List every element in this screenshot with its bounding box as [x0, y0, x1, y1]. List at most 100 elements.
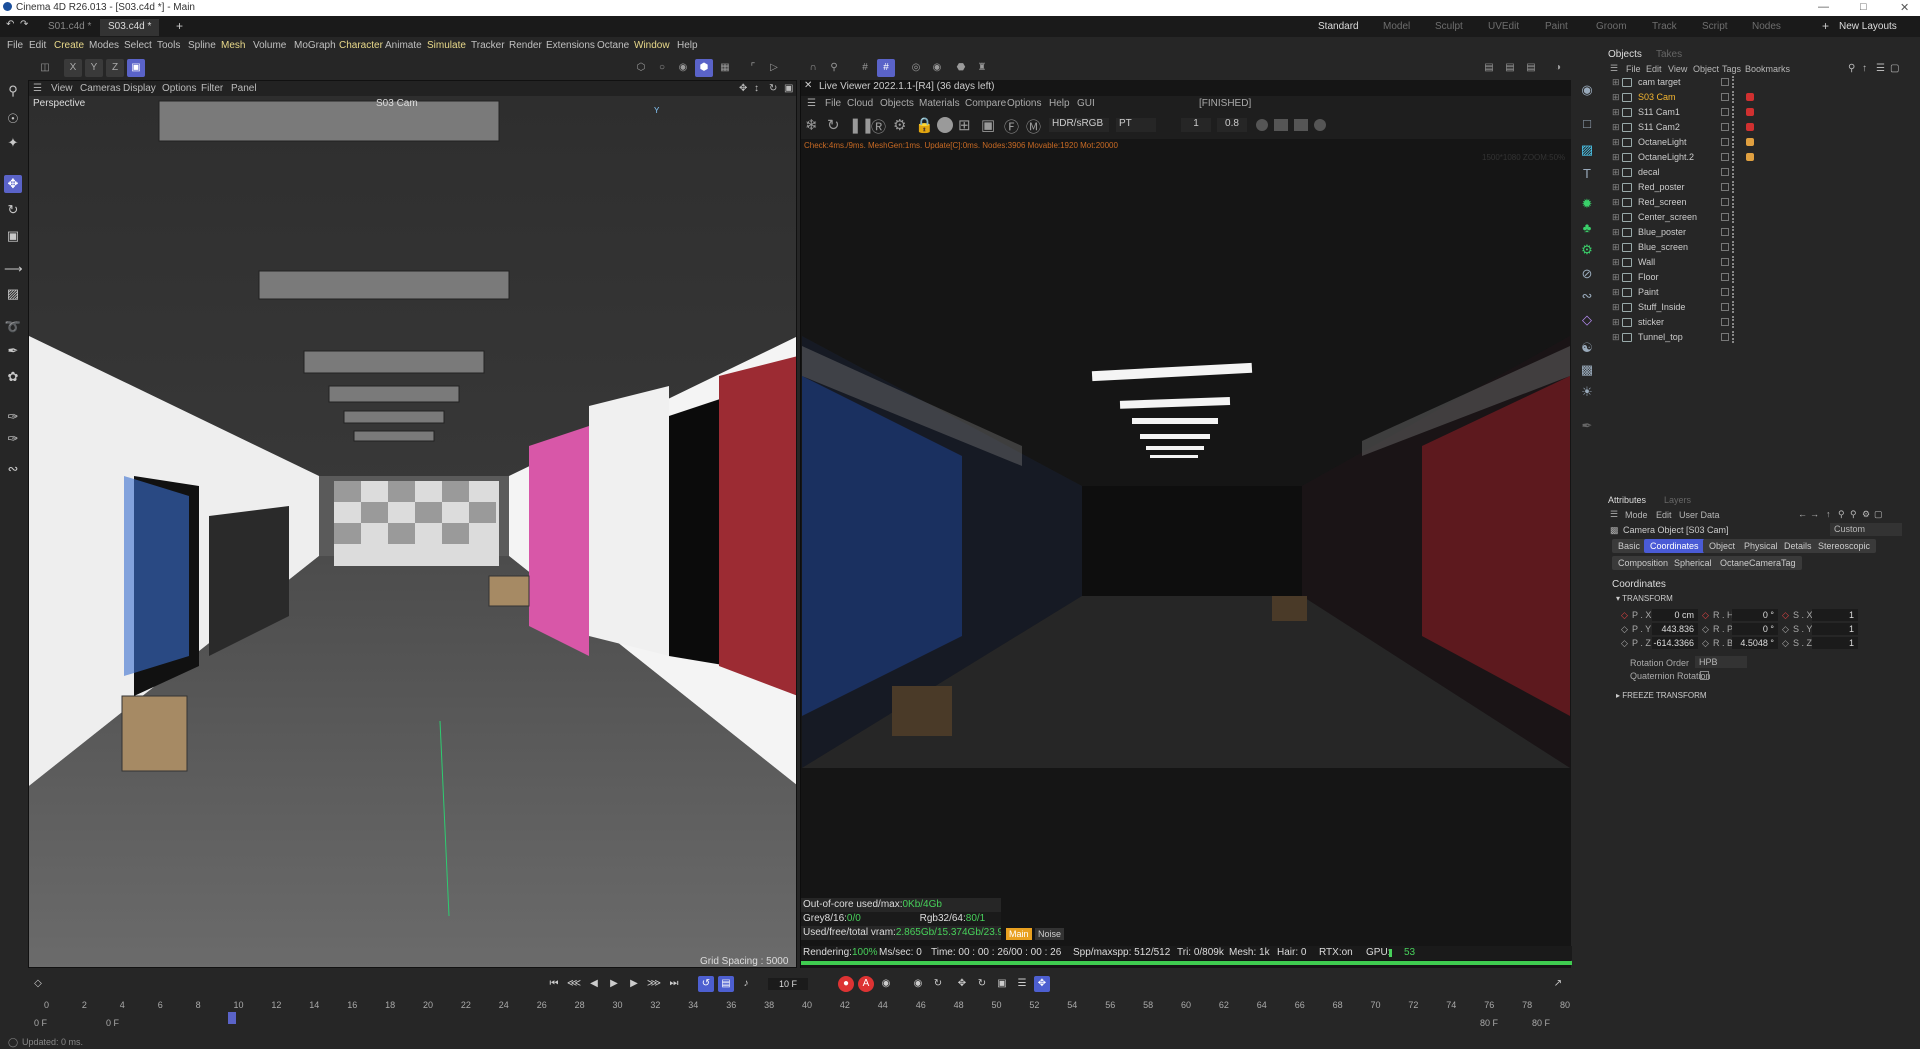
expand-icon[interactable]: ⊞ [1612, 285, 1620, 299]
tab-physical[interactable]: Physical [1738, 539, 1784, 553]
lv-menu-cloud[interactable]: Cloud [847, 98, 873, 109]
new-window-icon[interactable]: ▢ [1890, 63, 1899, 74]
render-image[interactable] [802, 336, 1570, 768]
object-row[interactable]: ⊞ S11 Cam2 [1604, 120, 1920, 134]
expand-icon[interactable]: ⊞ [1612, 195, 1620, 209]
menu-octane[interactable]: Octane [597, 40, 629, 51]
object-row[interactable]: ⊞ Blue_poster [1604, 225, 1920, 239]
visibility-dots-icon[interactable] [1732, 256, 1736, 268]
uv-mode-icon[interactable]: ▦ [716, 59, 734, 77]
value-field-2[interactable]: 0.8 [1217, 118, 1247, 132]
field-icon[interactable]: ⊘ [1578, 265, 1596, 283]
search-icon[interactable]: ⚲ [1848, 63, 1855, 74]
brush-group-icon[interactable]: ✿ [4, 368, 22, 386]
null-object-icon[interactable]: ◉ [1578, 81, 1596, 99]
send-scene-icon[interactable]: ❄ [805, 116, 818, 134]
menu-file[interactable]: File [7, 40, 23, 51]
lasso-icon[interactable]: ➰ [4, 318, 22, 336]
object-row[interactable]: ⊞ S11 Cam1 [1604, 105, 1920, 119]
layout-groom[interactable]: Groom [1596, 21, 1627, 32]
object-name[interactable]: OctaneLight.2 [1638, 150, 1694, 164]
tab-takes[interactable]: Takes [1656, 49, 1682, 60]
expand-icon[interactable]: ⊞ [1612, 165, 1620, 179]
layer-checkbox[interactable] [1721, 198, 1729, 206]
value-field-1[interactable]: 1 [1181, 118, 1211, 132]
object-name[interactable]: Red_screen [1638, 195, 1687, 209]
live-selection-icon[interactable]: ✦ [4, 134, 22, 152]
am-menu-userdata[interactable]: User Data [1679, 510, 1720, 520]
viewport-zoom-icon[interactable]: ↕ [754, 83, 759, 94]
render-view-icon[interactable]: ▤ [1480, 59, 1498, 77]
visibility-dots-icon[interactable] [1732, 151, 1736, 163]
expand-icon[interactable]: ⊞ [1612, 90, 1620, 104]
am-menu-edit[interactable]: Edit [1656, 510, 1672, 520]
rh-field[interactable]: 0 ° [1732, 609, 1778, 621]
expand-icon[interactable]: ⊞ [1612, 180, 1620, 194]
z-axis-lock[interactable]: Z [106, 59, 124, 77]
kernel-select[interactable]: PT [1116, 118, 1156, 132]
preset-select[interactable]: Custom [1830, 523, 1902, 536]
record-icon[interactable] [1314, 119, 1326, 131]
spline-icon[interactable]: ∾ [4, 460, 22, 478]
rotation-order-select[interactable]: HPB [1695, 656, 1747, 668]
back-arrow-icon[interactable]: ← [1798, 509, 1807, 519]
add-icon[interactable]: ⊞ [958, 116, 971, 134]
workplane-icon[interactable]: ▷ [765, 59, 783, 77]
visibility-dots-icon[interactable] [1732, 316, 1736, 328]
colorspace-select[interactable]: HDR/sRGB [1049, 118, 1109, 132]
lv-menu-options[interactable]: Options [1007, 98, 1041, 109]
rb-field[interactable]: 4.5048 ° [1732, 637, 1778, 649]
viewport-menu-options[interactable]: Options [162, 83, 196, 94]
expand-icon[interactable]: ⊞ [1612, 300, 1620, 314]
lv-menu-materials[interactable]: Materials [919, 98, 960, 109]
edges-mode-icon[interactable]: ○ [653, 59, 671, 77]
tab-coordinates[interactable]: Coordinates [1644, 539, 1705, 553]
object-name[interactable]: S11 Cam2 [1638, 120, 1680, 134]
object-row[interactable]: ⊞ sticker [1604, 315, 1920, 329]
object-row[interactable]: ⊞ Stuff_Inside [1604, 300, 1920, 314]
menu-render[interactable]: Render [509, 40, 542, 51]
region-render-icon[interactable]: Ⓡ [871, 116, 886, 137]
viewport-rotate-icon[interactable]: ↻ [769, 83, 777, 94]
lock-icon[interactable]: ⚲ [1850, 509, 1857, 520]
lv-menu-gui[interactable]: GUI [1077, 98, 1095, 109]
object-name[interactable]: Center_screen [1638, 210, 1697, 224]
tab-spherical[interactable]: Spherical [1668, 556, 1718, 570]
layout-standard[interactable]: Standard [1318, 21, 1359, 32]
layer-checkbox[interactable] [1721, 273, 1729, 281]
brush-icon[interactable]: ✒ [1578, 417, 1596, 435]
object-row[interactable]: ⊞ OctaneLight [1604, 135, 1920, 149]
minimize-icon[interactable]: — [1818, 1, 1829, 13]
layer-checkbox[interactable] [1721, 303, 1729, 311]
layer-checkbox[interactable] [1721, 183, 1729, 191]
lv-menu-compare[interactable]: Compare [965, 98, 1006, 109]
object-name[interactable]: cam target [1638, 75, 1681, 89]
menu-simulate[interactable]: Simulate [427, 40, 466, 51]
layer-checkbox[interactable] [1721, 258, 1729, 266]
box-icon[interactable] [1274, 119, 1288, 131]
layout-paint[interactable]: Paint [1545, 21, 1568, 32]
make-editable-icon[interactable]: ◫ [36, 59, 54, 77]
expand-icon[interactable]: ⊞ [1612, 255, 1620, 269]
expand-icon[interactable]: ⊞ [1612, 150, 1620, 164]
lock-icon[interactable]: 🔒 [915, 116, 934, 134]
menu-mesh[interactable]: Mesh [221, 40, 245, 51]
layout-script[interactable]: Script [1702, 21, 1728, 32]
expand-icon[interactable]: ⊞ [1612, 75, 1620, 89]
tab-layers[interactable]: Layers [1664, 495, 1691, 505]
sx-field[interactable]: 1 [1812, 609, 1858, 621]
undo-icon[interactable]: ↶ [6, 19, 14, 30]
text-icon[interactable]: T [1578, 165, 1596, 183]
om-menu-edit[interactable]: Edit [1646, 64, 1662, 74]
expand-icon[interactable]: ⊞ [1612, 135, 1620, 149]
visibility-dots-icon[interactable] [1732, 226, 1736, 238]
viewport-menu-display[interactable]: Display [123, 83, 156, 94]
settings-icon[interactable]: ⚙ [1862, 509, 1870, 520]
visibility-dots-icon[interactable] [1732, 241, 1736, 253]
volume-icon[interactable]: ◇ [1578, 311, 1596, 329]
visibility-dots-icon[interactable] [1732, 181, 1736, 193]
object-name[interactable]: Red_poster [1638, 180, 1685, 194]
grid-icon[interactable]: # [856, 59, 874, 77]
layout-uvedit[interactable]: UVEdit [1488, 21, 1519, 32]
layout-nodes[interactable]: Nodes [1752, 21, 1781, 32]
